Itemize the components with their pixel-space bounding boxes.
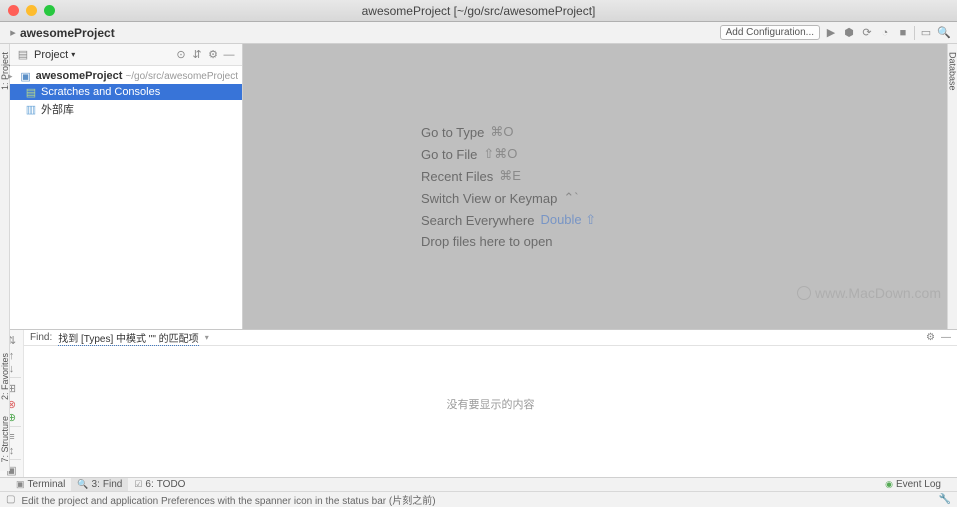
locate-icon[interactable]: ⊙ bbox=[174, 48, 188, 62]
gutter-favorites-tab[interactable]: 2: Favorites bbox=[0, 349, 10, 404]
debug-icon[interactable]: ⬢ bbox=[842, 26, 856, 40]
window-title: awesomeProject [~/go/src/awesomeProject] bbox=[362, 4, 596, 18]
watermark: www.MacDown.com bbox=[797, 285, 941, 301]
left-gutter: 1: Project bbox=[0, 44, 10, 329]
window-controls bbox=[8, 5, 55, 16]
folder-icon: ▣ bbox=[19, 69, 33, 83]
project-tree[interactable]: ▸ ▣ awesomeProject ~/go/src/awesomeProje… bbox=[10, 66, 242, 120]
maximize-icon[interactable] bbox=[44, 5, 55, 16]
project-sidebar: ▤ Project ▾ ⊙ ⇵ ⚙ — ▸ ▣ awesomeProject ~… bbox=[10, 44, 243, 329]
hint-switch-view: Switch View or Keymap ⌃` bbox=[421, 190, 947, 206]
tree-row[interactable]: ▥ 外部库 bbox=[10, 100, 242, 118]
find-empty-message: 没有要显示的内容 bbox=[447, 396, 535, 412]
find-hide-icon[interactable]: — bbox=[941, 332, 951, 343]
hint-search-everywhere: Search Everywhere Double ⇧ bbox=[421, 212, 947, 228]
run-icon[interactable]: ▶ bbox=[824, 26, 838, 40]
add-configuration-button[interactable]: Add Configuration... bbox=[720, 25, 820, 40]
hint-recent-files: Recent Files ⌘E bbox=[421, 168, 947, 184]
status-hint: Edit the project and application Prefere… bbox=[21, 492, 435, 507]
project-view-icon: ▤ bbox=[16, 48, 30, 62]
stop-icon[interactable]: ■ bbox=[896, 26, 910, 40]
gear-icon[interactable]: ⚙ bbox=[206, 48, 220, 62]
find-description[interactable]: 找到 [Types] 中模式 "" 的匹配项 bbox=[58, 330, 198, 346]
editor-area[interactable]: Go to Type ⌘O Go to File ⇧⌘O Recent File… bbox=[243, 44, 947, 329]
minimize-icon[interactable] bbox=[26, 5, 37, 16]
todo-icon: ☑ bbox=[134, 479, 142, 490]
terminal-icon: ▣ bbox=[16, 479, 25, 490]
find-label: Find: bbox=[30, 332, 52, 343]
hint-go-to-file: Go to File ⇧⌘O bbox=[421, 146, 947, 162]
tree-item-label: Scratches and Consoles bbox=[41, 86, 160, 98]
profiler-icon[interactable]: ◔ bbox=[878, 26, 892, 40]
gutter-structure-tab[interactable]: 7: Structure bbox=[0, 412, 10, 467]
hint-drop-files: Drop files here to open bbox=[421, 234, 947, 249]
tree-row[interactable]: ▤ Scratches and Consoles bbox=[10, 84, 242, 100]
tree-item-label: 外部库 bbox=[41, 101, 74, 117]
scratches-icon: ▤ bbox=[24, 85, 38, 99]
left-gutter-bottom: 2: Favorites 7: Structure bbox=[0, 329, 10, 471]
search-icon: 🔍 bbox=[77, 479, 88, 490]
library-icon: ▥ bbox=[24, 102, 38, 116]
bottom-tabs: ▣Terminal 🔍3: Find ☑6: TODO ◉Event Log bbox=[0, 477, 957, 491]
find-gear-icon[interactable]: ⚙ bbox=[926, 332, 935, 343]
tree-item-path: ~/go/src/awesomeProject bbox=[125, 71, 238, 82]
status-spanner-icon[interactable]: 🔧 bbox=[939, 494, 951, 505]
status-bar: ▢ Edit the project and application Prefe… bbox=[0, 491, 957, 506]
tab-event-log[interactable]: ◉Event Log bbox=[879, 479, 947, 490]
tab-terminal[interactable]: ▣Terminal bbox=[10, 478, 71, 491]
tab-todo[interactable]: ☑6: TODO bbox=[128, 478, 191, 491]
right-gutter: Database bbox=[947, 44, 957, 329]
gutter-project-tab[interactable]: 1: Project bbox=[0, 48, 10, 94]
close-icon[interactable] bbox=[8, 5, 19, 16]
event-log-icon: ◉ bbox=[885, 479, 893, 490]
find-panel: ⇅ ↑ ↓ ⊞ ⊗ ⊕ ≡ ↕ ▣ Find: 找到 [Types] 中模式 "… bbox=[0, 329, 957, 477]
toolbar: ▸ awesomeProject Add Configuration... ▶ … bbox=[0, 22, 957, 44]
update-icon[interactable]: ▭ bbox=[919, 26, 933, 40]
tree-item-label: awesomeProject bbox=[36, 70, 123, 82]
coverage-icon[interactable]: ⟳ bbox=[860, 26, 874, 40]
find-results: Find: 找到 [Types] 中模式 "" 的匹配项 ▾ ⚙ — 没有要显示… bbox=[24, 330, 957, 477]
gutter-database-tab[interactable]: Database bbox=[948, 48, 957, 95]
status-window-icon[interactable]: ▢ bbox=[6, 494, 15, 505]
sidebar-header: ▤ Project ▾ ⊙ ⇵ ⚙ — bbox=[10, 44, 242, 66]
tree-row[interactable]: ▸ ▣ awesomeProject ~/go/src/awesomeProje… bbox=[10, 68, 242, 84]
titlebar: awesomeProject [~/go/src/awesomeProject] bbox=[0, 0, 957, 22]
search-icon[interactable]: 🔍 bbox=[937, 26, 951, 40]
hint-go-to-type: Go to Type ⌘O bbox=[421, 124, 947, 140]
breadcrumb[interactable]: awesomeProject bbox=[20, 26, 115, 40]
project-icon: ▸ bbox=[6, 26, 20, 40]
tab-find[interactable]: 🔍3: Find bbox=[71, 478, 128, 491]
expand-icon[interactable]: ⇵ bbox=[190, 48, 204, 62]
hide-icon[interactable]: — bbox=[222, 48, 236, 62]
sidebar-title[interactable]: Project ▾ bbox=[34, 49, 170, 61]
